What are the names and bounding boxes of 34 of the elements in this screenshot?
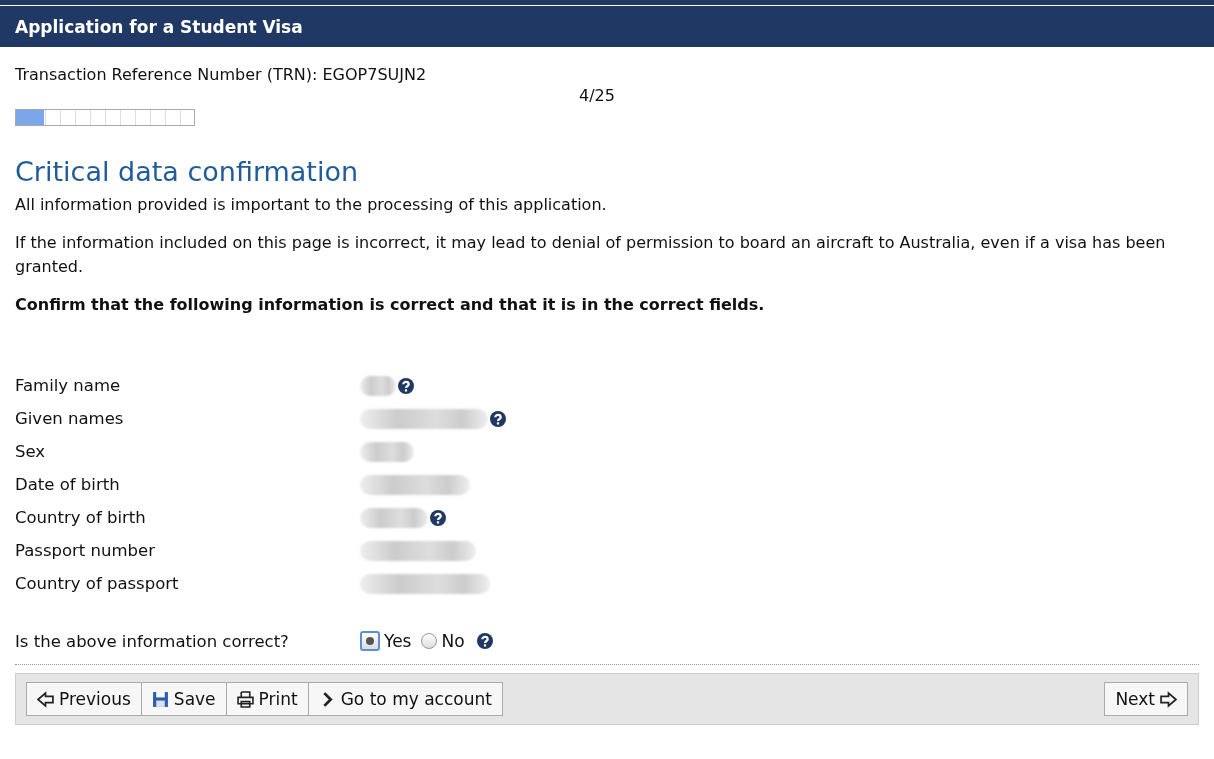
- info-paragraph: All information provided is important to the processing of this application.: [15, 194, 608, 216]
- help-icon[interactable]: [490, 410, 506, 427]
- help-icon[interactable]: [476, 633, 493, 649]
- field-label: Date of birth: [15, 475, 121, 494]
- blurred-value: [360, 375, 396, 396]
- field-label: Country of passport: [15, 574, 180, 593]
- option-label: No: [441, 631, 465, 651]
- progress-label: 4/25: [579, 86, 615, 105]
- blurred-value: [360, 507, 428, 528]
- field-label: Country of birth: [15, 508, 147, 527]
- field-label: Family name: [15, 376, 122, 395]
- radio-button[interactable]: [360, 631, 380, 651]
- account-button[interactable]: Go to my account: [307, 682, 503, 716]
- option-label: Yes: [384, 631, 412, 651]
- field-label: Passport number: [15, 541, 156, 560]
- printer-icon: [236, 690, 254, 708]
- info-paragraph: If the information included on this page is incorrect, it may lead to denial of permission to board an aircraft to Australia, even if a visa has been granted.: [15, 232, 1167, 278]
- next-button[interactable]: Next: [1104, 682, 1188, 716]
- blurred-value: [360, 441, 414, 462]
- save-button[interactable]: Save: [140, 682, 227, 716]
- help-icon[interactable]: [398, 377, 414, 394]
- radio-button[interactable]: [421, 633, 438, 649]
- instruction-text: Confirm that the following information is correct and that it is in the correct fields.: [15, 294, 766, 316]
- previous-button[interactable]: Previous: [26, 682, 142, 716]
- field-label: Sex: [15, 442, 47, 461]
- left-arrow-icon: [37, 690, 54, 708]
- print-button[interactable]: Print: [225, 682, 309, 716]
- question-label: Is the above information correct?: [15, 631, 290, 651]
- help-icon[interactable]: [430, 509, 446, 526]
- right-arrow-icon: [1160, 690, 1177, 708]
- page-heading: Critical data confirmation: [15, 156, 360, 187]
- field-label: Given names: [15, 409, 125, 428]
- reference-number: Transaction Reference Number (TRN): EGOP7SUJN2: [15, 65, 428, 84]
- page-header: Application for a Student Visa: [0, 6, 1214, 47]
